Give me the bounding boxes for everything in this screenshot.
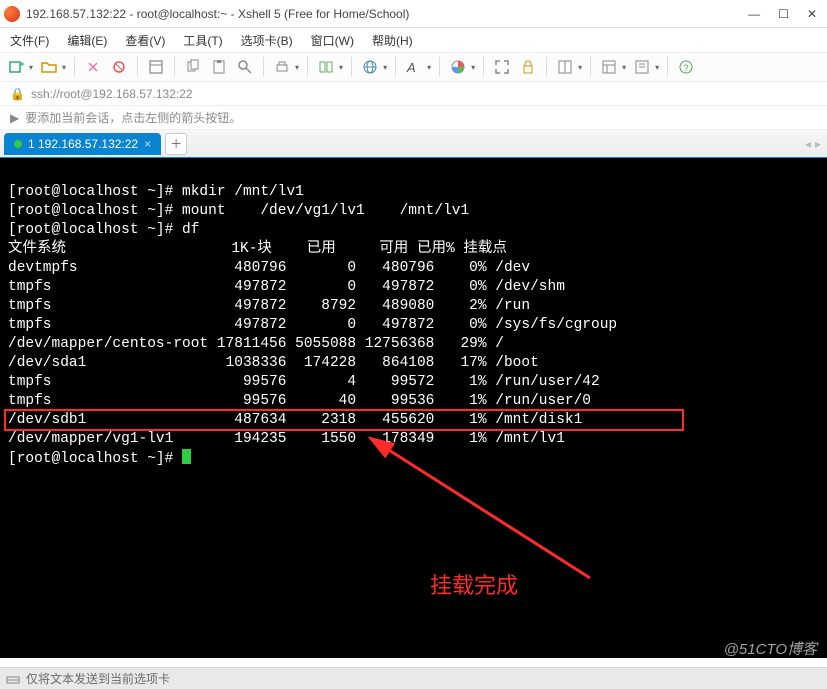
toolbar: ▾ ▾ ▾ ▾ ▾ A ▾ ▾ ▾ ▾ ▾ ?	[0, 52, 827, 82]
address-bar: 🔒 ssh://root@192.168.57.132:22	[0, 82, 827, 106]
tab-close-icon[interactable]: ×	[144, 137, 151, 151]
terminal-line: tmpfs 99576 4 99572 1% /run/user/42	[8, 374, 600, 390]
script2-icon[interactable]	[632, 57, 652, 77]
tab-label: 1 192.168.57.132:22	[28, 137, 138, 151]
dropdown-caret-icon[interactable]: ▾	[29, 63, 33, 72]
minimize-button[interactable]: ―	[748, 7, 760, 21]
dropdown-caret-icon[interactable]: ▾	[339, 63, 343, 72]
svg-text:?: ?	[684, 63, 689, 73]
dropdown-caret-icon[interactable]: ▾	[62, 63, 66, 72]
close-button[interactable]: ✕	[807, 7, 817, 21]
annotation-text: 挂载完成	[430, 576, 518, 595]
terminal-line: devtmpfs 480796 0 480796 0% /dev	[8, 260, 530, 276]
lock-icon[interactable]	[518, 57, 538, 77]
separator	[307, 57, 308, 77]
window-titlebar: 192.168.57.132:22 - root@localhost:~ - X…	[0, 0, 827, 28]
paste-icon[interactable]	[209, 57, 229, 77]
menu-file[interactable]: 文件(F)	[10, 32, 49, 49]
dropdown-caret-icon[interactable]: ▾	[383, 63, 387, 72]
color-icon[interactable]	[448, 57, 468, 77]
font-icon[interactable]: A	[404, 57, 424, 77]
separator	[590, 57, 591, 77]
separator	[137, 57, 138, 77]
separator	[439, 57, 440, 77]
terminal-pane[interactable]: [root@localhost ~]# mkdir /mnt/lv1 [root…	[0, 158, 827, 658]
print-icon[interactable]	[272, 57, 292, 77]
terminal-line: /dev/mapper/centos-root 17811456 5055088…	[8, 336, 504, 352]
tip-bar: ▶ 要添加当前会话，点击左侧的箭头按钮。	[0, 106, 827, 130]
transfer-icon[interactable]	[316, 57, 336, 77]
tab-nav-arrows: ◂ ▸	[805, 137, 821, 151]
reconnect-icon[interactable]	[83, 57, 103, 77]
app-logo-icon	[4, 6, 20, 22]
terminal-line: tmpfs 497872 8792 489080 2% /run	[8, 298, 530, 314]
session-tab[interactable]: 1 192.168.57.132:22 ×	[4, 133, 161, 155]
terminal-line: tmpfs 497872 0 497872 0% /sys/fs/cgroup	[8, 317, 617, 333]
new-session-icon[interactable]	[6, 57, 26, 77]
dropdown-caret-icon[interactable]: ▾	[655, 63, 659, 72]
terminal-line: /dev/sda1 1038336 174228 864108 17% /boo…	[8, 355, 539, 371]
dropdown-caret-icon[interactable]: ▾	[295, 63, 299, 72]
menu-window[interactable]: 窗口(W)	[311, 32, 354, 49]
tip-text: 要添加当前会话，点击左侧的箭头按钮。	[25, 109, 241, 126]
terminal-line: [root@localhost ~]# mount /dev/vg1/lv1 /…	[8, 203, 469, 219]
terminal-line: [root@localhost ~]# mkdir /mnt/lv1	[8, 184, 304, 200]
arrow-right-icon[interactable]: ▶	[10, 111, 19, 125]
terminal-line: tmpfs 99576 40 99536 1% /run/user/0	[8, 393, 591, 409]
status-icon	[6, 672, 20, 686]
terminal-prompt: [root@localhost ~]#	[8, 451, 182, 467]
status-text: 仅将文本发送到当前选项卡	[26, 670, 170, 687]
open-icon[interactable]	[39, 57, 59, 77]
separator	[483, 57, 484, 77]
menu-tools[interactable]: 工具(T)	[183, 32, 222, 49]
window-title: 192.168.57.132:22 - root@localhost:~ - X…	[26, 7, 748, 21]
separator	[395, 57, 396, 77]
copy-icon[interactable]	[183, 57, 203, 77]
globe-icon[interactable]	[360, 57, 380, 77]
dropdown-caret-icon[interactable]: ▾	[471, 63, 475, 72]
find-icon[interactable]	[235, 57, 255, 77]
address-text[interactable]: ssh://root@192.168.57.132:22	[31, 87, 193, 101]
terminal-line: tmpfs 497872 0 497872 0% /dev/shm	[8, 279, 565, 295]
separator	[546, 57, 547, 77]
menu-edit[interactable]: 编辑(E)	[67, 32, 107, 49]
tab-strip: 1 192.168.57.132:22 × ＋ ◂ ▸	[0, 130, 827, 158]
menu-view[interactable]: 查看(V)	[125, 32, 165, 49]
menu-help[interactable]: 帮助(H)	[372, 32, 413, 49]
properties-icon[interactable]	[146, 57, 166, 77]
disconnect-icon[interactable]	[109, 57, 129, 77]
separator	[351, 57, 352, 77]
dropdown-caret-icon[interactable]: ▾	[427, 63, 431, 72]
separator	[74, 57, 75, 77]
menu-tabs[interactable]: 选项卡(B)	[241, 32, 293, 49]
menu-bar: 文件(F) 编辑(E) 查看(V) 工具(T) 选项卡(B) 窗口(W) 帮助(…	[0, 28, 827, 52]
svg-text:A: A	[406, 60, 416, 75]
tab-prev-icon[interactable]: ◂	[805, 137, 811, 151]
maximize-button[interactable]: ☐	[778, 7, 789, 21]
terminal-line: [root@localhost ~]# df	[8, 222, 199, 238]
separator	[667, 57, 668, 77]
terminal-line: 文件系统 1K-块 已用 可用 已用% 挂载点	[8, 241, 507, 257]
status-dot-icon	[14, 140, 22, 148]
fullscreen-icon[interactable]	[492, 57, 512, 77]
terminal-cursor	[182, 449, 191, 464]
watermark: @51CTO博客	[724, 638, 817, 659]
layout-icon[interactable]	[555, 57, 575, 77]
dropdown-caret-icon[interactable]: ▾	[622, 63, 626, 72]
new-tab-button[interactable]: ＋	[165, 133, 187, 155]
window-controls: ― ☐ ✕	[748, 7, 823, 21]
tab-next-icon[interactable]: ▸	[815, 137, 821, 151]
script-icon[interactable]	[599, 57, 619, 77]
separator	[174, 57, 175, 77]
lock-icon: 🔒	[10, 87, 25, 101]
status-bar: 仅将文本发送到当前选项卡	[0, 667, 827, 689]
separator	[263, 57, 264, 77]
dropdown-caret-icon[interactable]: ▾	[578, 63, 582, 72]
help-icon[interactable]: ?	[676, 57, 696, 77]
